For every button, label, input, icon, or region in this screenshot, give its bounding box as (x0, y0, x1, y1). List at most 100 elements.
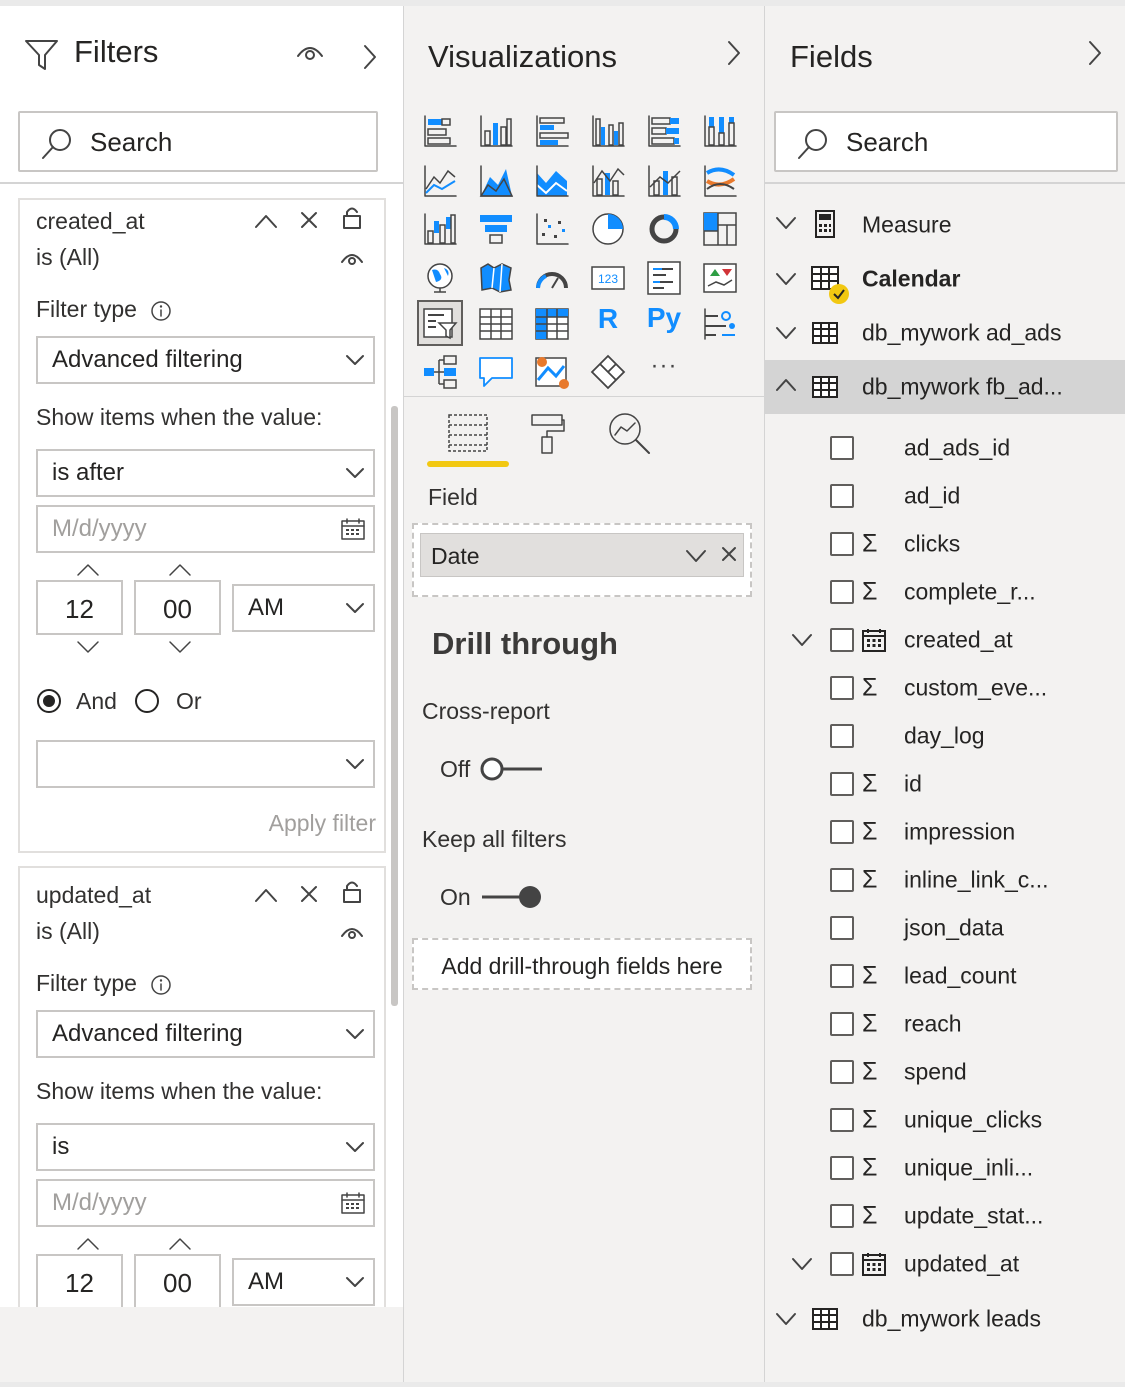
kpi-icon[interactable] (702, 260, 738, 296)
multi-row-card-icon[interactable] (646, 260, 682, 296)
ampm-dropdown[interactable]: AM (232, 584, 375, 632)
fields-tab-icon[interactable] (447, 413, 489, 453)
visibility-eye-icon[interactable] (340, 250, 364, 266)
table-calendar[interactable]: Calendar (765, 252, 1125, 306)
r-script-visual-icon[interactable]: R (590, 303, 626, 343)
field-row[interactable]: Σid (765, 760, 1125, 808)
apply-filter-button[interactable]: Apply filter (269, 810, 376, 837)
field-row[interactable]: Σspend (765, 1048, 1125, 1096)
table-fb-ads[interactable]: db_mywork fb_ad... (765, 360, 1125, 414)
clustered-column-chart-icon[interactable] (590, 113, 626, 149)
field-checkbox[interactable] (830, 436, 854, 460)
field-checkbox[interactable] (830, 820, 854, 844)
condition-dropdown[interactable]: is (36, 1123, 375, 1171)
field-row[interactable]: json_data (765, 904, 1125, 952)
field-row[interactable]: Σreach (765, 1000, 1125, 1048)
qna-icon[interactable] (478, 354, 514, 390)
filters-scrollbar[interactable] (391, 406, 398, 1006)
second-condition-dropdown[interactable] (36, 740, 375, 788)
visibility-eye-icon[interactable] (340, 924, 364, 940)
lock-icon[interactable] (342, 880, 362, 904)
info-icon[interactable] (150, 974, 172, 996)
field-checkbox[interactable] (830, 1060, 854, 1084)
chevron-down-icon[interactable] (775, 326, 797, 340)
filters-search-box[interactable]: Search (18, 111, 378, 172)
stacked-area-chart-icon[interactable] (534, 163, 570, 199)
analytics-magnifier-icon[interactable] (607, 411, 651, 455)
hour-increase-icon[interactable] (76, 1237, 100, 1251)
field-well[interactable]: Date (412, 523, 752, 597)
field-checkbox[interactable] (830, 580, 854, 604)
field-row[interactable]: day_log (765, 712, 1125, 760)
pie-chart-icon[interactable] (590, 211, 626, 247)
area-chart-icon[interactable] (478, 163, 514, 199)
date-input[interactable]: M/d/yyyy (36, 505, 375, 553)
decomposition-tree-icon[interactable] (422, 354, 458, 390)
field-row[interactable]: Σclicks (765, 520, 1125, 568)
cross-report-toggle[interactable] (480, 757, 544, 781)
smart-narrative-icon[interactable] (534, 354, 570, 390)
stacked-bar-chart-icon[interactable] (422, 113, 458, 149)
100-stacked-column-chart-icon[interactable] (702, 113, 738, 149)
date-input[interactable]: M/d/yyyy (36, 1179, 375, 1227)
field-row[interactable]: ad_ads_id (765, 424, 1125, 472)
chevron-up-icon[interactable] (254, 887, 278, 903)
chevron-up-icon[interactable] (254, 213, 278, 229)
lock-icon[interactable] (342, 206, 362, 230)
chevron-down-icon[interactable] (791, 633, 813, 647)
filter-type-dropdown[interactable]: Advanced filtering (36, 336, 375, 384)
field-checkbox[interactable] (830, 724, 854, 748)
field-row[interactable]: Σimpression (765, 808, 1125, 856)
more-visuals-icon[interactable]: ··· (644, 352, 684, 382)
hour-increase-icon[interactable] (76, 563, 100, 577)
ribbon-chart-icon[interactable] (702, 163, 738, 199)
slicer-selected-frame[interactable] (417, 300, 463, 346)
chevron-down-icon[interactable] (775, 272, 797, 286)
field-checkbox[interactable] (830, 772, 854, 796)
remove-field-icon[interactable] (721, 546, 737, 562)
drill-through-drop-zone[interactable]: Add drill-through fields here (412, 938, 752, 990)
condition-dropdown[interactable]: is after (36, 449, 375, 497)
and-radio[interactable] (37, 689, 61, 713)
table-measure[interactable]: Measure (765, 198, 1125, 252)
clustered-bar-chart-icon[interactable] (534, 113, 570, 149)
hour-input[interactable]: 12 (36, 1254, 123, 1307)
field-checkbox[interactable] (830, 628, 854, 652)
format-paint-roller-icon[interactable] (528, 411, 566, 455)
field-row[interactable]: Σunique_inli... (765, 1144, 1125, 1192)
field-row[interactable]: Σinline_link_c... (765, 856, 1125, 904)
key-influencers-icon[interactable] (702, 306, 738, 342)
field-checkbox[interactable] (830, 532, 854, 556)
chevron-up-icon[interactable] (775, 378, 797, 392)
field-checkbox[interactable] (830, 484, 854, 508)
table-visual-icon[interactable] (478, 306, 514, 342)
filter-type-dropdown[interactable]: Advanced filtering (36, 1010, 375, 1058)
map-icon[interactable] (422, 260, 458, 296)
minute-input[interactable]: 00 (134, 1254, 221, 1307)
line-chart-icon[interactable] (422, 163, 458, 199)
field-checkbox[interactable] (830, 916, 854, 940)
table-leads[interactable]: db_mywork leads (765, 1292, 1125, 1346)
matrix-icon[interactable] (534, 306, 570, 342)
gauge-icon[interactable] (534, 260, 570, 296)
keep-filters-toggle[interactable] (480, 885, 544, 909)
field-checkbox[interactable] (830, 1204, 854, 1228)
or-radio[interactable] (135, 689, 159, 713)
field-row[interactable]: Σcustom_eve... (765, 664, 1125, 712)
table-ad-ads[interactable]: db_mywork ad_ads (765, 306, 1125, 360)
field-row[interactable]: updated_at (765, 1240, 1125, 1288)
ampm-dropdown[interactable]: AM (232, 1258, 375, 1306)
hour-decrease-icon[interactable] (76, 640, 100, 654)
chevron-down-icon[interactable] (775, 1312, 797, 1326)
field-row[interactable]: Σunique_clicks (765, 1096, 1125, 1144)
field-row[interactable]: Σupdate_stat... (765, 1192, 1125, 1240)
line-and-stacked-column-chart-icon[interactable] (590, 163, 626, 199)
field-checkbox[interactable] (830, 964, 854, 988)
field-checkbox[interactable] (830, 1108, 854, 1132)
line-and-clustered-column-chart-icon[interactable] (646, 163, 682, 199)
filled-map-icon[interactable] (478, 260, 514, 296)
close-icon[interactable] (300, 885, 318, 903)
chevron-down-icon[interactable] (791, 1257, 813, 1271)
100-stacked-bar-chart-icon[interactable] (646, 113, 682, 149)
chevron-down-icon[interactable] (775, 216, 797, 230)
